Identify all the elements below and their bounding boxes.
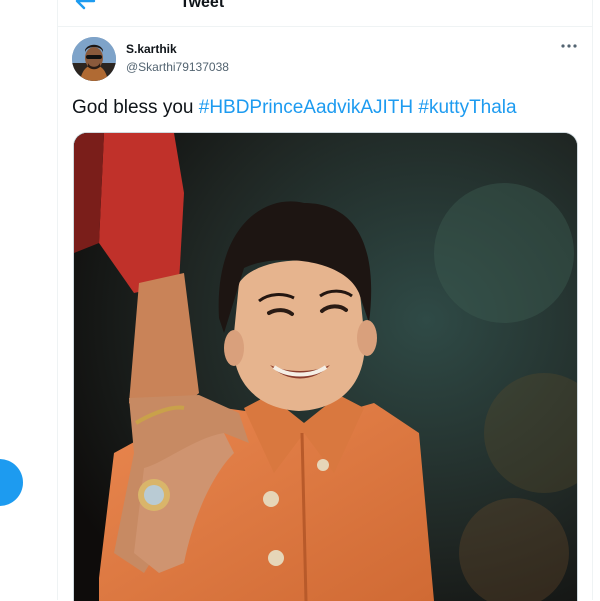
avatar-image bbox=[72, 37, 116, 81]
more-horizontal-icon[interactable] bbox=[559, 39, 579, 53]
left-navigation-rail bbox=[0, 0, 57, 600]
page-title: Tweet bbox=[180, 0, 225, 11]
hashtag-link-2[interactable]: #kuttyThala bbox=[418, 97, 516, 118]
photo-boy-smiling bbox=[74, 133, 577, 601]
arrow-left-icon[interactable] bbox=[74, 0, 96, 10]
avatar[interactable] bbox=[72, 37, 116, 81]
author-handle[interactable]: @Skarthi79137038 bbox=[126, 60, 229, 74]
author-name[interactable]: S.karthik bbox=[126, 42, 177, 56]
tweet-header: Tweet bbox=[58, 0, 592, 27]
tweet-text: God bless you #HBDPrinceAadvikAJITH #kut… bbox=[72, 97, 517, 119]
right-rail bbox=[593, 0, 600, 600]
compose-tweet-button[interactable] bbox=[0, 459, 23, 506]
column-divider-left bbox=[57, 0, 58, 600]
hashtag-link-1[interactable]: #HBDPrinceAadvikAJITH bbox=[199, 97, 413, 118]
tweet-photo[interactable] bbox=[73, 132, 578, 601]
tweet-text-plain: God bless you bbox=[72, 97, 199, 118]
